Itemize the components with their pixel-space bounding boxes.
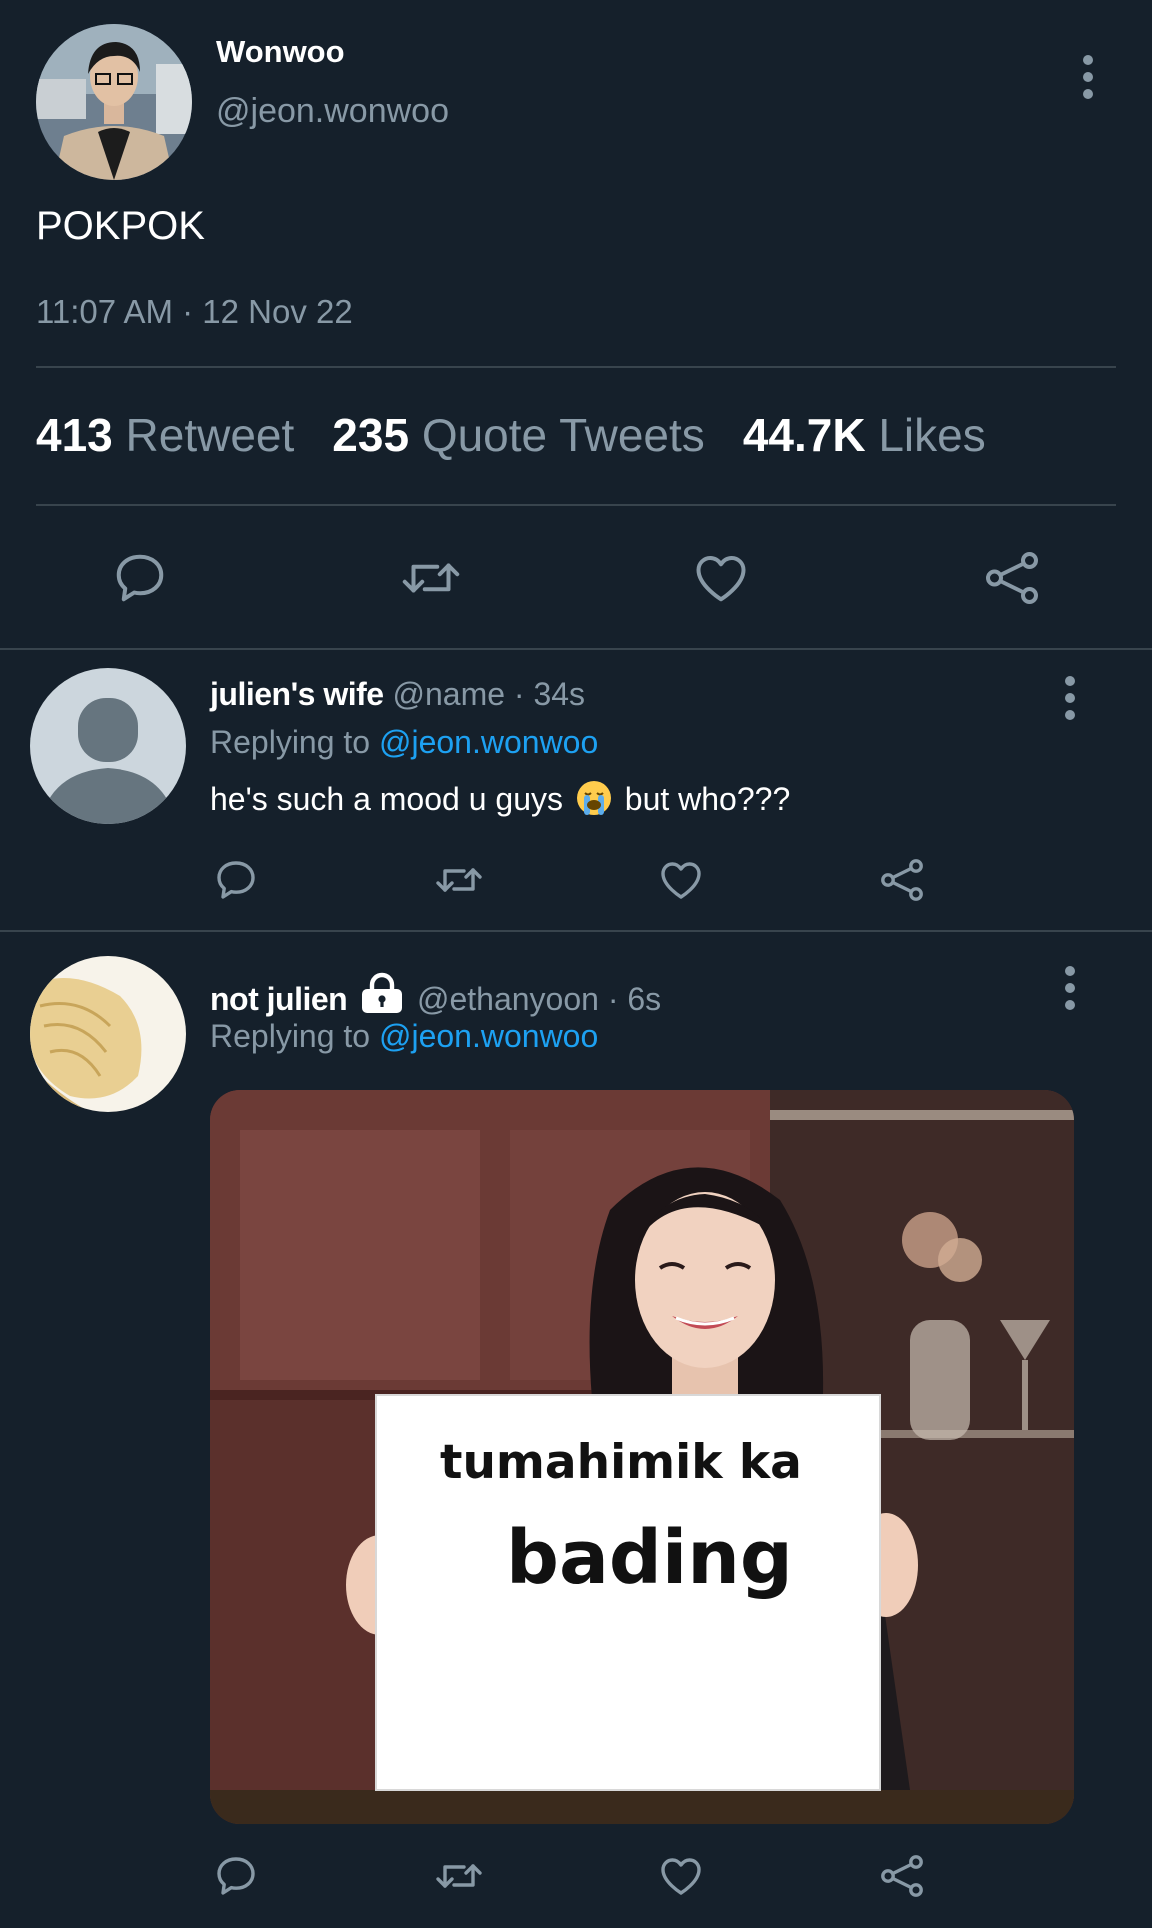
quote-tweets-stat[interactable]: 235 Quote Tweets [332,409,705,461]
display-name[interactable]: Wonwoo [216,34,345,70]
mention-link[interactable]: @jeon.wonwoo [379,1018,598,1054]
tweet-text: POKPOK [36,204,205,248]
retweet-stat[interactable]: 413 Retweet [36,409,294,461]
retweet-icon[interactable] [398,548,464,608]
divider [36,504,1116,506]
reply-handle[interactable]: @name [392,676,505,712]
like-icon[interactable] [690,548,752,608]
tweet-stats: 413 Retweet 235 Quote Tweets 44.7K Likes [36,408,986,462]
likes-stat[interactable]: 44.7K Likes [743,409,986,461]
reply-avatar[interactable] [30,668,186,824]
reply-icon[interactable] [212,856,260,904]
like-icon[interactable] [656,1852,706,1900]
profile-avatar[interactable] [36,24,192,180]
divider [36,366,1116,368]
mention-link[interactable]: @jeon.wonwoo [379,724,598,760]
loudly-crying-face-icon [576,780,612,816]
more-options-icon[interactable] [1060,676,1080,720]
reply-text: he's such a mood u guys but who??? [210,780,791,817]
replying-to: Replying to @jeon.wonwoo [210,724,599,760]
reply-avatar[interactable] [30,956,186,1112]
reply-icon[interactable] [212,1852,260,1900]
lock-icon [360,972,404,1022]
sign-text-line2: bading [506,1515,793,1601]
sign-text-line1: tumahimik ka [440,1435,802,1490]
reply-display-name[interactable]: julien's wife [210,676,384,712]
more-options-icon[interactable] [1078,55,1098,99]
share-icon[interactable] [982,548,1042,608]
share-icon[interactable] [878,856,926,904]
reply-handle[interactable]: @ethanyoon [417,981,599,1017]
reply-display-name[interactable]: not julien [210,981,348,1017]
divider [0,930,1152,932]
reply-icon[interactable] [110,548,170,608]
share-icon[interactable] [878,1852,926,1900]
retweet-icon[interactable] [432,856,486,904]
user-handle[interactable]: @jeon.wonwoo [216,92,449,131]
reply-header: not julien @ethanyoon · 6s [210,972,661,1022]
reply-time[interactable]: · 6s [608,981,661,1017]
divider [0,648,1152,650]
replying-to: Replying to @jeon.wonwoo [210,1018,599,1054]
tweet-timestamp[interactable]: 11:07 AM · 12 Nov 22 [36,293,353,331]
reply-header: julien's wife @name · 34s [210,676,585,713]
attached-image[interactable]: tumahimik ka bading [210,1090,1074,1824]
retweet-icon[interactable] [432,1852,486,1900]
reply-time[interactable]: · 34s [514,676,585,712]
more-options-icon[interactable] [1060,966,1080,1010]
like-icon[interactable] [656,856,706,904]
